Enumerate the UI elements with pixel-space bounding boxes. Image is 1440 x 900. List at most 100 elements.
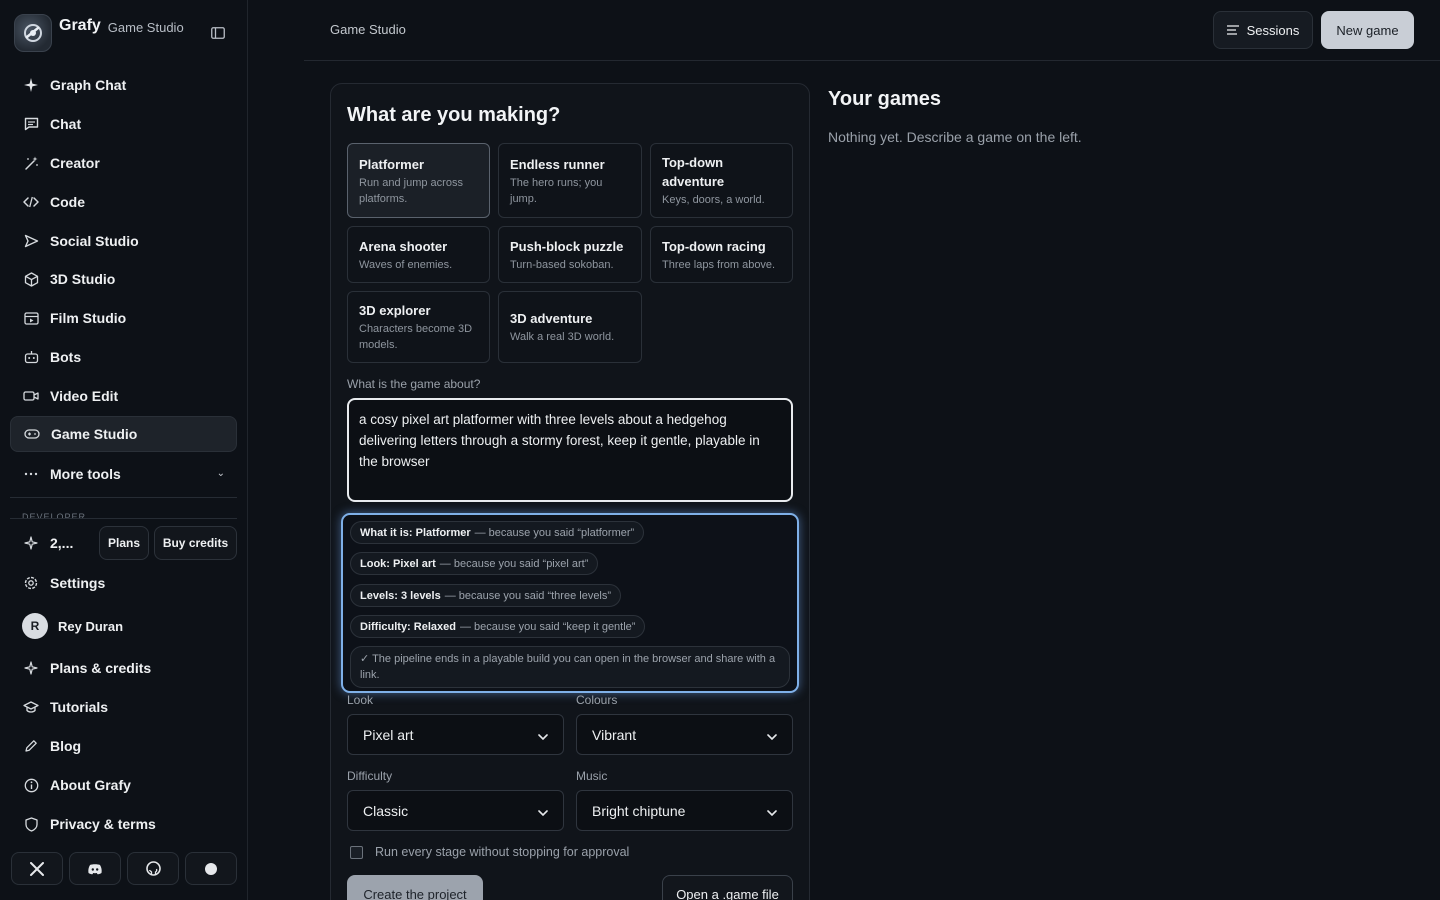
info-icon xyxy=(22,776,40,794)
sidebar-item-privacy[interactable]: Privacy & terms xyxy=(10,806,237,842)
page-title: Game Studio xyxy=(330,22,406,37)
chevron-down-icon xyxy=(538,803,548,819)
sessions-button[interactable]: Sessions xyxy=(1213,11,1313,49)
genre-name: Arena shooter xyxy=(359,238,448,254)
send-icon xyxy=(22,232,40,250)
sidebar-item-tutorials[interactable]: Tutorials xyxy=(10,689,237,725)
cube-icon xyxy=(22,270,40,288)
your-games-title: Your games xyxy=(828,88,941,110)
buy-credits-button[interactable]: Buy credits xyxy=(154,526,237,560)
sidebar-item-code[interactable]: Code xyxy=(10,184,237,220)
open-game-file-button[interactable]: Open a .game file xyxy=(662,875,793,900)
sidebar-item-label: Plans & credits xyxy=(50,660,152,676)
sidebar-item-creator[interactable]: Creator xyxy=(10,145,237,181)
sidebar-item-more-tools[interactable]: More tools ⌄ xyxy=(10,456,237,492)
genre-desc: Keys, doors, a world. xyxy=(662,194,765,206)
sidebar-divider xyxy=(10,518,237,519)
sidebar-item-blog[interactable]: Blog xyxy=(10,728,237,764)
sidebar-divider xyxy=(10,497,237,498)
sparkle-icon xyxy=(22,659,40,677)
sidebar-item-label: Graph Chat xyxy=(50,77,127,93)
auto-run-label: Run every stage without stopping for app… xyxy=(375,845,630,859)
genre-desc: Characters become 3D models. xyxy=(359,323,473,351)
brand-subtitle: Game Studio xyxy=(107,19,184,35)
difficulty-label: Difficulty xyxy=(347,769,393,783)
sidebar-item-label: Chat xyxy=(50,116,82,132)
auto-run-option[interactable]: Run every stage without stopping for app… xyxy=(350,845,629,859)
chevron-down-icon: ⌄ xyxy=(216,468,225,479)
sidebar-item-label: Game Studio xyxy=(51,426,138,442)
music-label: Music xyxy=(576,769,608,783)
music-select[interactable]: Bright chiptune xyxy=(576,790,793,831)
reason-chip: Difficulty: Relaxed — because you said “k… xyxy=(350,615,646,638)
reason-why: — because you said “pixel art” xyxy=(439,557,589,570)
game-description-input[interactable]: a cosy pixel art platformer with three l… xyxy=(347,398,793,502)
create-project-button[interactable]: Create the project xyxy=(347,875,483,900)
sidebar-item-settings[interactable]: Settings xyxy=(10,565,237,601)
pen-icon xyxy=(22,737,40,755)
credits-balance[interactable]: 2,... xyxy=(10,526,98,560)
difficulty-value: Classic xyxy=(363,802,409,819)
sidebar-toggle-icon[interactable] xyxy=(208,24,228,42)
sidebar-item-label: Film Studio xyxy=(50,310,127,326)
difficulty-select[interactable]: Classic xyxy=(347,790,564,831)
sidebar-item-social-studio[interactable]: Social Studio xyxy=(10,223,237,259)
github-icon[interactable] xyxy=(127,852,179,885)
reason-chip: Levels: 3 levels — because you said “thre… xyxy=(350,584,622,607)
social-links xyxy=(11,852,237,886)
sidebar-item-label: About Grafy xyxy=(50,777,131,793)
sidebar-item-label: Privacy & terms xyxy=(50,816,156,832)
reason-why: — because you said “keep it gentle” xyxy=(459,620,636,633)
pipeline-note: ✓ The pipeline ends in a playable build … xyxy=(350,646,790,688)
genre-option-top-down-adventure[interactable]: Top-down adventure Keys, doors, a world. xyxy=(650,143,793,218)
genre-option-top-down-racing[interactable]: Top-down racing Three laps from above. xyxy=(650,226,793,283)
reason-why: — because you said “three levels” xyxy=(444,589,612,602)
discord-icon[interactable] xyxy=(69,852,121,885)
sidebar-item-plans-credits[interactable]: Plans & credits xyxy=(10,650,237,686)
sidebar-item-film-studio[interactable]: Film Studio xyxy=(10,300,237,336)
colours-value: Vibrant xyxy=(592,726,637,743)
genre-option-platformer[interactable]: Platformer Run and jump across platforms… xyxy=(347,143,490,218)
credits-row: 2,... Plans Buy credits xyxy=(10,526,237,560)
colours-select[interactable]: Vibrant xyxy=(576,714,793,755)
gamepad-icon xyxy=(23,425,41,443)
shield-icon xyxy=(22,815,40,833)
genre-name: Platformer xyxy=(359,156,425,172)
sidebar-item-label: More tools xyxy=(50,466,121,482)
sidebar-item-game-studio[interactable]: Game Studio xyxy=(10,416,237,452)
x-icon[interactable] xyxy=(11,852,63,885)
grafy-logo-icon xyxy=(14,14,52,52)
avatar: R xyxy=(22,613,48,639)
brand-name: Grafy xyxy=(59,17,101,34)
plans-button[interactable]: Plans xyxy=(99,526,149,560)
sidebar-item-label: 3D Studio xyxy=(50,271,116,287)
genre-option-endless-runner[interactable]: Endless runner The hero runs; you jump. xyxy=(498,143,642,218)
sidebar-item-3d-studio[interactable]: 3D Studio xyxy=(10,261,237,297)
sidebar-item-label: Settings xyxy=(50,575,106,591)
genre-name: Endless runner xyxy=(510,156,605,172)
circle-icon[interactable] xyxy=(185,852,237,885)
user-profile[interactable]: R Rey Duran xyxy=(10,607,237,645)
sidebar-item-chat[interactable]: Chat xyxy=(10,106,237,142)
new-game-button[interactable]: New game xyxy=(1321,11,1414,49)
genre-option-3d-explorer[interactable]: 3D explorer Characters become 3D models. xyxy=(347,291,490,363)
genre-option-arena-shooter[interactable]: Arena shooter Waves of enemies. xyxy=(347,226,490,283)
sparkle-icon xyxy=(22,76,40,94)
list-icon xyxy=(1226,25,1239,35)
sidebar-item-video-edit[interactable]: Video Edit xyxy=(10,378,237,414)
genre-name: 3D adventure xyxy=(510,311,593,326)
genre-option-3d-adventure[interactable]: 3D adventure Walk a real 3D world. xyxy=(498,291,642,363)
magic-wand-icon xyxy=(22,154,40,172)
user-name: Rey Duran xyxy=(58,618,124,634)
look-select[interactable]: Pixel art xyxy=(347,714,564,755)
detected-settings-panel: What it is: Platformer — because you said… xyxy=(341,513,799,693)
sidebar-item-about[interactable]: About Grafy xyxy=(10,767,237,803)
genre-option-push-block-puzzle[interactable]: Push-block puzzle Turn-based sokoban. xyxy=(498,226,642,283)
sidebar-item-label: Code xyxy=(50,194,85,210)
sidebar-item-graph-chat[interactable]: Graph Chat xyxy=(10,67,237,103)
auto-run-checkbox[interactable] xyxy=(350,845,363,859)
sidebar-item-bots[interactable]: Bots xyxy=(10,339,237,375)
sidebar-item-label: Creator xyxy=(50,155,100,171)
about-label: What is the game about? xyxy=(347,377,481,391)
brand[interactable]: Grafy Game Studio xyxy=(14,14,184,52)
